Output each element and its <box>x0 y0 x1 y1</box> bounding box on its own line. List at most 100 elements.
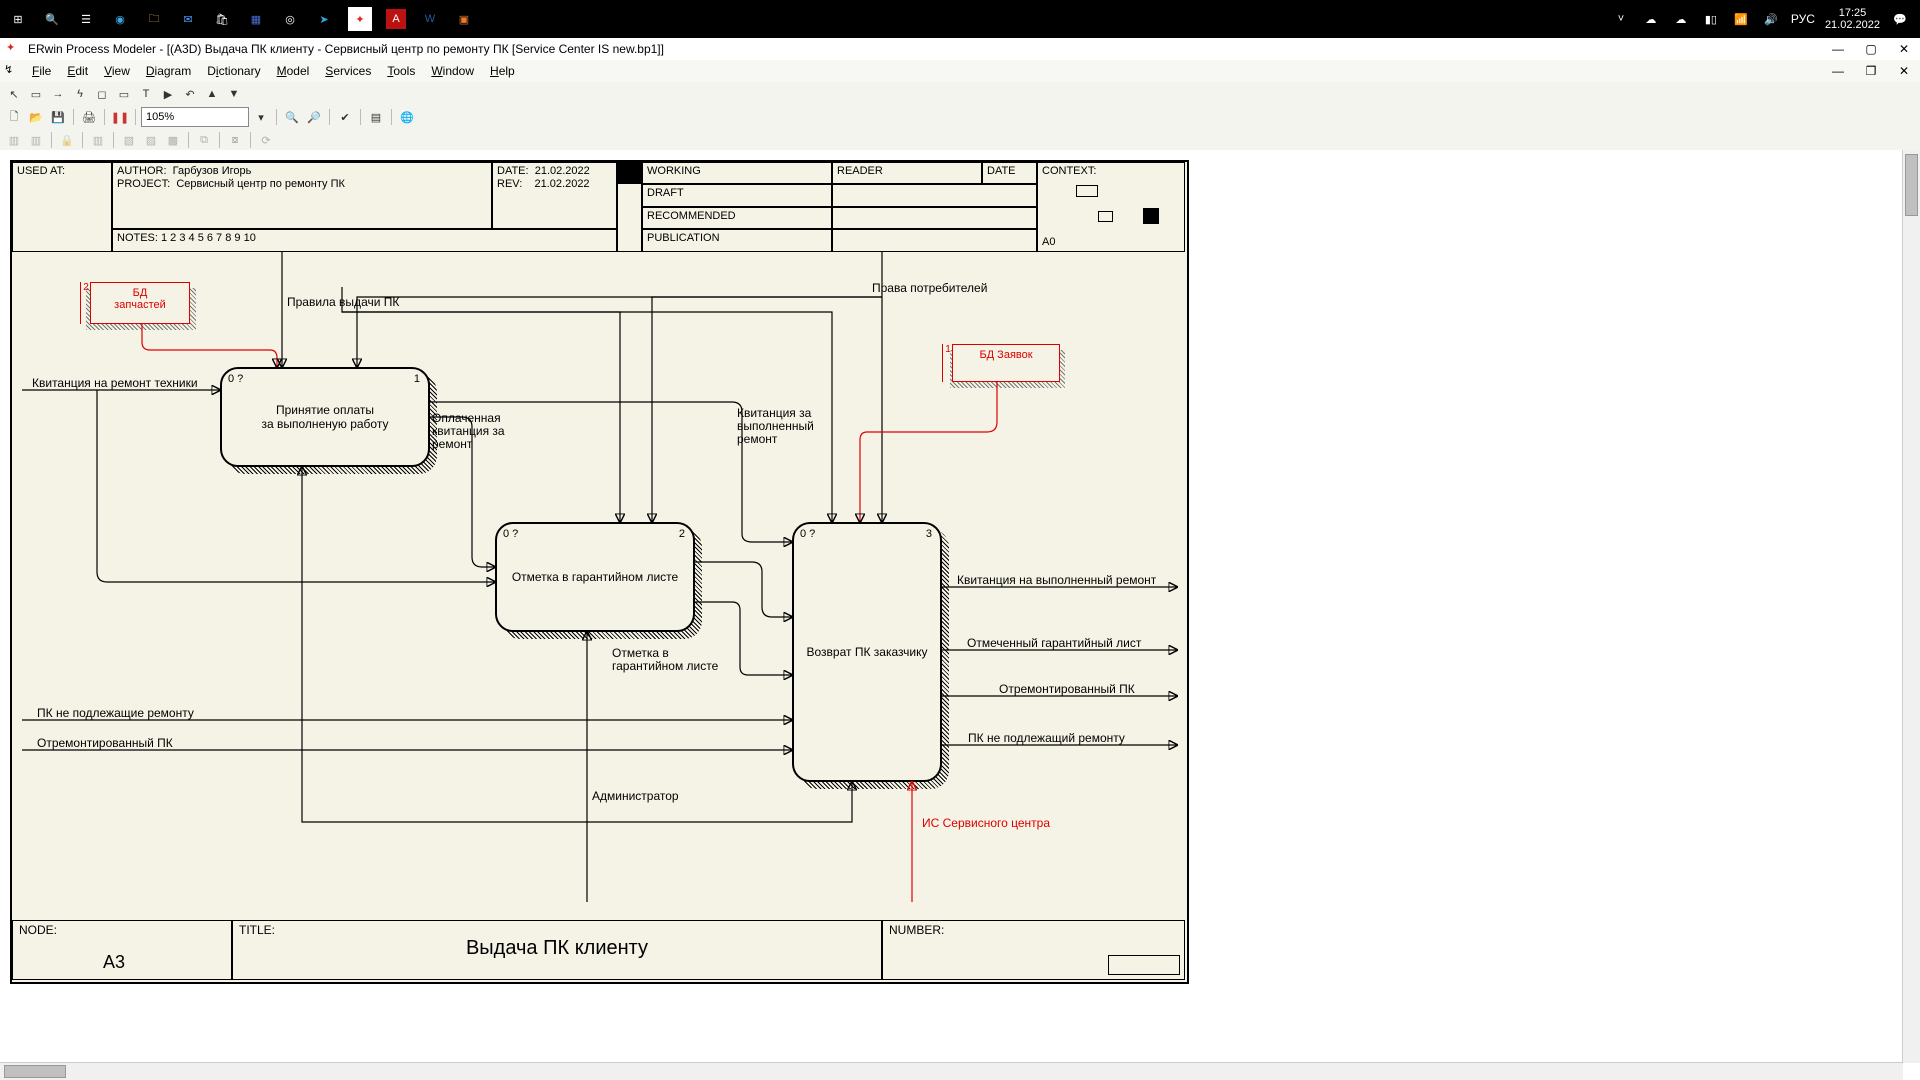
start-icon[interactable]: ⊞ <box>8 9 28 29</box>
tool-i-icon: ⟳ <box>256 130 276 150</box>
maximize-button[interactable]: ▢ <box>1854 39 1887 60</box>
zoom-input[interactable] <box>141 107 249 127</box>
label-paid: Оплаченная квитанция за ремонт <box>432 412 505 451</box>
word-icon[interactable]: W <box>420 9 440 29</box>
toolbar-standard: 🗋 📂 💾 🖨 ❚❚ ▾ 🔍 🔎 ✔︎ ▤ 🌐 <box>0 104 1920 131</box>
doc-restore-button[interactable]: ❐ <box>1854 61 1887 82</box>
referent-tool-icon[interactable]: ▭ <box>114 84 134 104</box>
hdr-notes: NOTES: 1 2 3 4 5 6 7 8 9 10 <box>112 229 617 252</box>
store-icon[interactable]: 🛍 <box>212 9 232 29</box>
doc-minimize-button[interactable]: — <box>1821 61 1854 82</box>
activity-warranty-mark[interactable]: 0 ? 2 Отметка в гарантийном листе <box>495 522 695 632</box>
menu-diagram[interactable]: Diagram <box>138 62 199 80</box>
hdr-context: CONTEXT: A0 <box>1037 162 1185 252</box>
menu-dictionary[interactable]: Dictionary <box>199 62 268 80</box>
chrome-icon[interactable]: ◎ <box>280 9 300 29</box>
zoom-in-icon[interactable]: 🔍 <box>282 107 302 127</box>
junction-tool-icon[interactable]: ◻ <box>92 84 112 104</box>
tool-b-icon: ▥ <box>26 130 46 150</box>
task-view-icon[interactable]: ☰ <box>76 9 96 29</box>
check-icon[interactable]: ✔︎ <box>335 107 355 127</box>
edge-icon[interactable]: ◉ <box>110 9 130 29</box>
weather-icon[interactable]: ☁ <box>1671 9 1691 29</box>
lang-indicator[interactable]: РУС <box>1791 12 1815 26</box>
diagram-canvas[interactable]: USED AT: AUTHOR: Гарбузов Игорь PROJECT:… <box>0 150 1920 1080</box>
zoom-out-icon[interactable]: 🔎 <box>304 107 324 127</box>
notifications-icon[interactable]: 💬 <box>1890 9 1910 29</box>
activity-payment[interactable]: 0 ? 1 Принятие оплаты за выполненую рабо… <box>220 367 430 467</box>
clock[interactable]: 17:25 21.02.2022 <box>1825 7 1880 31</box>
activity-return-label: Возврат ПК заказчику <box>807 645 928 659</box>
menu-services[interactable]: Services <box>317 62 379 80</box>
menu-view[interactable]: View <box>96 62 138 80</box>
onedrive-icon[interactable]: ☁ <box>1641 9 1661 29</box>
hdr-recommended: RECOMMENDED <box>642 207 832 229</box>
close-button[interactable]: ✕ <box>1887 39 1920 60</box>
mail-icon[interactable]: ✉ <box>178 9 198 29</box>
wifi-icon[interactable]: 📶 <box>1731 9 1751 29</box>
menu-edit[interactable]: Edit <box>59 62 96 80</box>
hdr-working: WORKING <box>642 162 832 184</box>
app-icon[interactable]: ▣ <box>454 9 474 29</box>
arrow-tool-icon[interactable]: → <box>48 84 68 104</box>
zoom-dropdown-icon[interactable]: ▾ <box>251 107 271 127</box>
report-icon[interactable]: ❚❚ <box>110 107 130 127</box>
trigger-tool-icon[interactable]: ϟ <box>70 84 90 104</box>
label-kvit-done: Квитанция за выполненный ремонт <box>737 407 814 446</box>
hdr-author-block: AUTHOR: Гарбузов Игорь PROJECT: Сервисны… <box>112 162 492 229</box>
pointer-tool-icon[interactable]: ↖ <box>4 84 24 104</box>
tool-g-icon: ⧉ <box>194 130 214 150</box>
menu-tools[interactable]: Tools <box>379 62 423 80</box>
datastore-requests[interactable]: БД Заявок <box>952 344 1060 382</box>
label-out-pc-no: ПК не подлежащий ремонту <box>968 732 1125 745</box>
vertical-scrollbar[interactable] <box>1902 150 1920 1063</box>
horizontal-scrollbar[interactable] <box>0 1062 1903 1080</box>
explorer-icon[interactable]: 🗀 <box>144 9 164 29</box>
menu-model[interactable]: Model <box>269 62 318 80</box>
ftr-title: TITLE: Выдача ПК клиенту <box>232 920 882 980</box>
doc-close-button[interactable]: ✕ <box>1887 61 1920 82</box>
datastore-parts[interactable]: БД запчастей <box>90 282 190 324</box>
telegram-icon[interactable]: ➤ <box>314 9 334 29</box>
label-kvit-in: Квитанция на ремонт техники <box>32 377 198 390</box>
nav-right-icon[interactable]: ▶ <box>158 84 178 104</box>
acrobat-icon[interactable]: A <box>386 9 406 29</box>
undo-icon[interactable]: ↶ <box>180 84 200 104</box>
menu-help[interactable]: Help <box>482 62 523 80</box>
hdr-reader: READER <box>832 162 982 184</box>
save-icon[interactable]: 💾 <box>48 107 68 127</box>
idef0-sheet[interactable]: USED AT: AUTHOR: Гарбузов Игорь PROJECT:… <box>10 160 1189 984</box>
down-icon[interactable]: ▼ <box>224 84 244 104</box>
battery-icon[interactable]: ▮▯ <box>1701 9 1721 29</box>
hdr-used-at: USED AT: <box>12 162 112 252</box>
activity-warranty-label: Отметка в гарантийном листе <box>512 570 678 584</box>
text-tool-icon[interactable]: T <box>136 84 156 104</box>
label-admin: Администратор <box>592 790 679 803</box>
volume-icon[interactable]: 🔊 <box>1761 9 1781 29</box>
chevron-up-icon[interactable]: ˅ <box>1611 9 1631 29</box>
search-icon[interactable]: 🔍 <box>42 9 62 29</box>
label-pc-no-in: ПК не подлежащие ремонту <box>37 707 194 720</box>
up-icon[interactable]: ▲ <box>202 84 222 104</box>
open-icon[interactable]: 📂 <box>26 107 46 127</box>
explorer-tool-icon[interactable]: ▤ <box>366 107 386 127</box>
activity-return-pc[interactable]: 0 ? 3 Возврат ПК заказчику <box>792 522 942 782</box>
ftr-node: NODE: A3 <box>12 920 232 980</box>
commander-icon[interactable]: ▦ <box>246 9 266 29</box>
world-icon[interactable]: 🌐 <box>397 107 417 127</box>
window-title: ERwin Process Modeler - [(A3D) Выдача ПК… <box>28 42 664 56</box>
print-icon[interactable]: 🖨 <box>79 107 99 127</box>
title-bar: ✦ ERwin Process Modeler - [(A3D) Выдача … <box>0 38 1920 61</box>
label-pc-rep-in: Отремонтированный ПК <box>37 737 173 750</box>
menu-window[interactable]: Window <box>423 62 482 80</box>
tool-c-icon: ▥ <box>88 130 108 150</box>
erwin-icon[interactable]: ✦ <box>348 7 372 31</box>
minimize-button[interactable]: — <box>1821 39 1854 60</box>
hdr-status-col <box>617 162 642 252</box>
label-rights: Права потребителей <box>872 282 987 295</box>
tool-e-icon: ▨ <box>141 130 161 150</box>
new-icon[interactable]: 🗋 <box>4 107 24 127</box>
activity-payment-label: Принятие оплаты за выполненую работу <box>262 403 389 431</box>
menu-file[interactable]: File <box>24 62 59 80</box>
activity-tool-icon[interactable]: ▭ <box>26 84 46 104</box>
